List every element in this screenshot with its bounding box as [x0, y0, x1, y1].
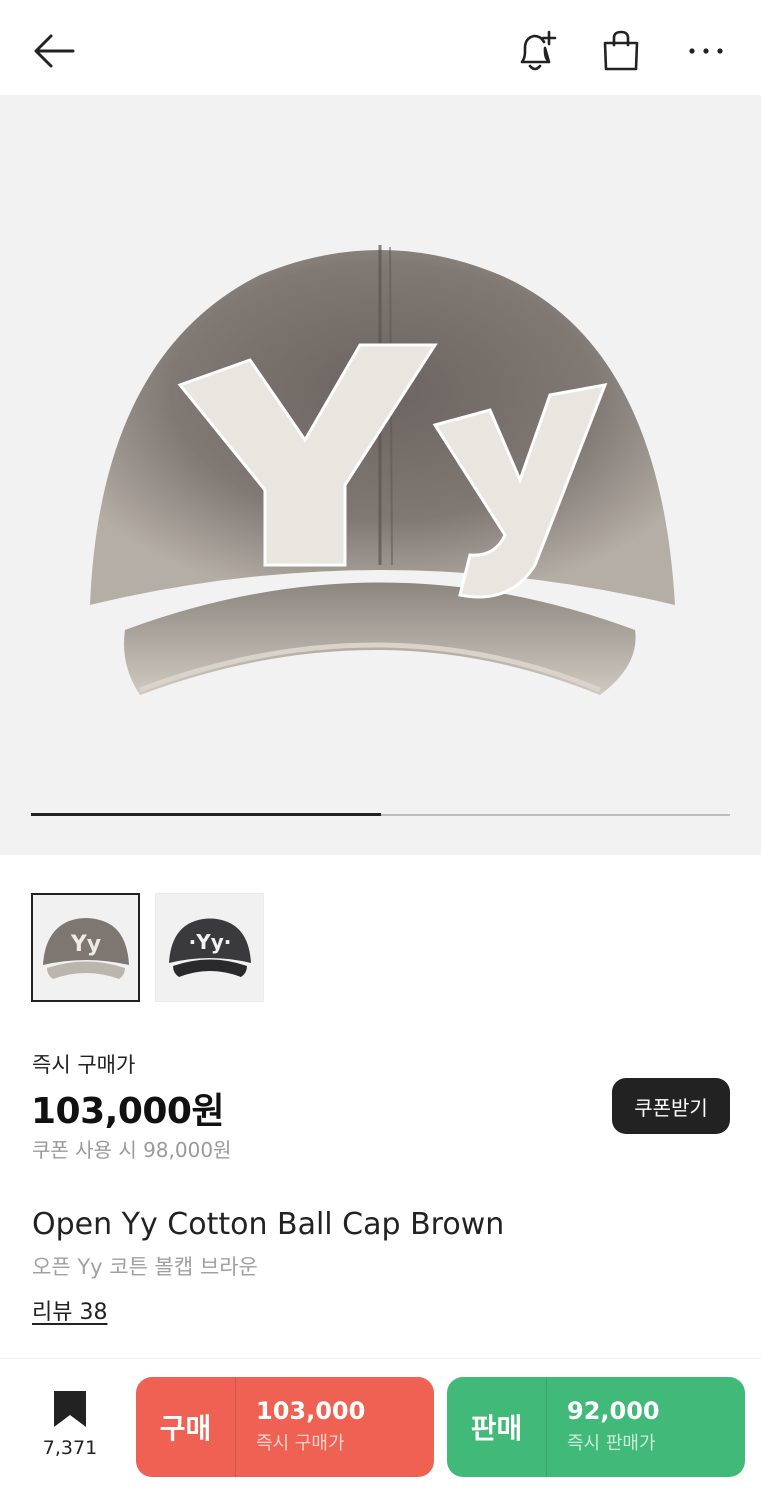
- cap-thumbnail-image: Yy: [42, 917, 129, 979]
- shopping-bag-icon: [603, 30, 639, 71]
- sell-label: 판매: [447, 1377, 547, 1477]
- buy-price-caption: 즉시 구매가: [256, 1433, 345, 1454]
- carousel-progress-fill: [31, 813, 381, 816]
- bottom-action-bar: 7,371 구매 103,000 즉시 구매가 판매 92,000 즉시 판매가: [0, 1358, 761, 1500]
- arrow-left-icon: [34, 34, 75, 68]
- bookmark-icon: [54, 1391, 86, 1427]
- sell-button[interactable]: 판매 92,000 즉시 판매가: [447, 1377, 745, 1477]
- get-coupon-button[interactable]: 쿠폰받기: [612, 1078, 730, 1134]
- cart-button[interactable]: [596, 26, 646, 76]
- buy-button[interactable]: 구매 103,000 즉시 구매가: [136, 1377, 434, 1477]
- product-title: Open Yy Cotton Ball Cap Brown: [32, 1207, 505, 1242]
- product-title-korean: 오픈 Yy 코튼 볼캡 브라운: [32, 1255, 258, 1279]
- thumbnail-washed-gray-cap[interactable]: Yy: [31, 893, 140, 1002]
- bookmark-button[interactable]: 7,371: [36, 1389, 104, 1469]
- bell-plus-icon: [520, 30, 557, 71]
- review-link[interactable]: 리뷰 38: [32, 1294, 107, 1326]
- buy-label: 구매: [136, 1377, 236, 1477]
- price-alert-button[interactable]: [511, 26, 561, 76]
- more-button[interactable]: [681, 26, 731, 76]
- back-button[interactable]: [28, 26, 78, 76]
- svg-text:·Yy·: ·Yy·: [188, 930, 231, 954]
- thumbnail-strip: Yy ·Yy·: [31, 893, 264, 1002]
- cap-product-image: [90, 245, 675, 695]
- buy-price: 103,000: [256, 1397, 366, 1425]
- bookmark-count: 7,371: [42, 1437, 98, 1459]
- carousel-progress: [31, 813, 730, 816]
- price-amount: 103,000원: [31, 1091, 225, 1132]
- sell-price-caption: 즉시 판매가: [567, 1433, 656, 1454]
- price-label: 즉시 구매가: [32, 1053, 136, 1077]
- sell-price: 92,000: [567, 1397, 660, 1425]
- more-dots-icon: [689, 48, 723, 54]
- svg-text:Yy: Yy: [69, 932, 100, 957]
- product-image-carousel[interactable]: [0, 95, 761, 855]
- thumbnail-black-cap[interactable]: ·Yy·: [155, 893, 264, 1002]
- top-bar: [0, 0, 761, 95]
- coupon-price-text: 쿠폰 사용 시 98,000원: [32, 1138, 232, 1162]
- cap-thumbnail-image: ·Yy·: [168, 918, 251, 977]
